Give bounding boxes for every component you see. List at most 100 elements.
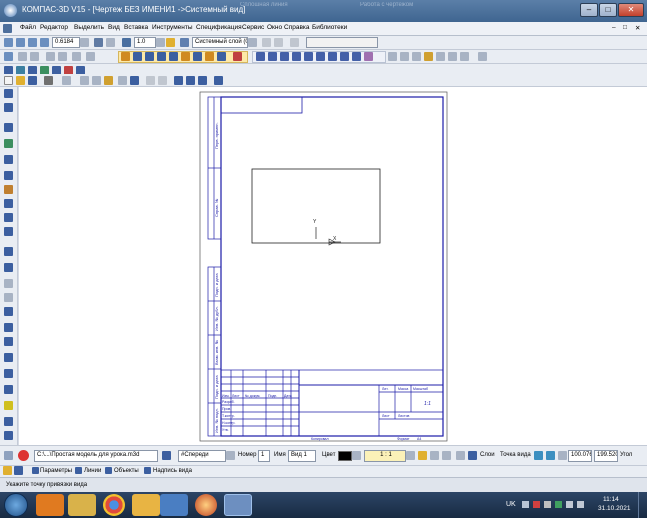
menu-item-window[interactable]: Окно xyxy=(267,24,282,31)
annotation-icon[interactable] xyxy=(400,52,409,61)
left-param-icon[interactable] xyxy=(4,185,13,194)
menu-item-insert[interactable]: Вставка xyxy=(124,24,148,31)
layers-label[interactable]: Слои xyxy=(480,452,495,458)
zoom-window-icon[interactable] xyxy=(28,38,37,47)
panel-help-icon[interactable] xyxy=(3,466,12,475)
left-report-icon[interactable] xyxy=(4,263,13,272)
undo-icon[interactable] xyxy=(146,76,155,85)
orientation-dropdown-icon[interactable] xyxy=(226,451,235,460)
zoom-in-icon[interactable] xyxy=(4,38,13,47)
paste-icon[interactable] xyxy=(104,76,113,85)
language-indicator[interactable]: UK xyxy=(506,501,516,508)
zoom-all-icon[interactable] xyxy=(40,38,49,47)
polygon-icon[interactable] xyxy=(352,52,361,61)
spline-icon[interactable] xyxy=(340,52,349,61)
spec-icon[interactable] xyxy=(460,52,469,61)
polyline-icon[interactable] xyxy=(280,52,289,61)
edit-geometry-icon[interactable] xyxy=(412,52,421,61)
left-point-icon[interactable] xyxy=(4,103,13,112)
left-symbol-icon[interactable] xyxy=(4,155,13,164)
libraries-icon[interactable] xyxy=(130,76,139,85)
taskbar-media-icon[interactable] xyxy=(36,494,64,516)
cut-icon[interactable] xyxy=(80,76,89,85)
tray-icon-5[interactable] xyxy=(566,501,573,508)
snap-angle-icon[interactable] xyxy=(217,52,226,61)
refresh-icon[interactable] xyxy=(106,38,115,47)
select-icon[interactable] xyxy=(4,52,13,61)
number-field[interactable]: 1 xyxy=(258,450,270,462)
tray-icon-3[interactable] xyxy=(544,501,551,508)
snap-end-icon[interactable] xyxy=(133,52,142,61)
arc-icon[interactable] xyxy=(304,52,313,61)
snap-point-icon[interactable] xyxy=(121,52,130,61)
left-table-icon[interactable] xyxy=(4,353,13,362)
left-select-icon[interactable] xyxy=(4,213,13,222)
left-edit-icon[interactable] xyxy=(4,171,13,180)
taskbar-folder-icon[interactable] xyxy=(132,494,160,516)
rectangle-icon[interactable] xyxy=(328,52,337,61)
panel-pin-icon[interactable] xyxy=(4,451,13,460)
snap-mid-icon[interactable] xyxy=(145,52,154,61)
snap-extra-icon[interactable] xyxy=(233,52,242,61)
ellipse-icon[interactable] xyxy=(316,52,325,61)
step-icon[interactable] xyxy=(122,38,131,47)
line-icon[interactable] xyxy=(268,52,277,61)
view-settings-icon[interactable] xyxy=(418,451,427,460)
fx-icon[interactable] xyxy=(198,76,207,85)
left-spec-icon[interactable] xyxy=(4,247,13,256)
point-coord-icon[interactable] xyxy=(558,451,567,460)
left-insert-icon[interactable] xyxy=(4,293,13,302)
color-swatch[interactable] xyxy=(338,451,352,461)
layer-visibility-icon[interactable] xyxy=(290,38,299,47)
left-dimension-icon[interactable] xyxy=(4,139,13,148)
snap-intersect-icon[interactable] xyxy=(157,52,166,61)
redo-icon[interactable] xyxy=(158,76,167,85)
close-button[interactable]: ✕ xyxy=(618,3,644,17)
clock-date[interactable]: 31.10.2021 xyxy=(598,505,631,512)
left-line-icon[interactable] xyxy=(4,123,13,132)
view-hide-icon[interactable] xyxy=(442,451,451,460)
start-button[interactable] xyxy=(4,493,28,517)
file-path-field[interactable]: C:\...\Простая модель для урока.m3d xyxy=(34,450,158,462)
tray-icon-2[interactable] xyxy=(533,501,540,508)
step-field[interactable]: 1.0 xyxy=(134,37,156,48)
print-preview-icon[interactable] xyxy=(86,52,95,61)
taskbar-explorer-icon[interactable] xyxy=(68,494,96,516)
copy-icon[interactable] xyxy=(92,76,101,85)
tab-view-label[interactable]: Надпись вида xyxy=(153,468,192,474)
left-curve-icon[interactable] xyxy=(4,323,13,332)
taskbar-kompas2-icon[interactable] xyxy=(224,494,252,516)
help-icon[interactable] xyxy=(214,76,223,85)
menu-item-help[interactable]: Справка xyxy=(284,24,310,31)
preview-icon[interactable] xyxy=(62,76,71,85)
menu-item-view[interactable]: Вид xyxy=(108,24,120,31)
left-leader-icon[interactable] xyxy=(4,369,13,378)
layer-field[interactable]: Системный слой (0) xyxy=(192,37,248,48)
maximize-button[interactable]: □ xyxy=(599,3,617,17)
layer-tool-icon[interactable] xyxy=(166,38,175,47)
name-field[interactable]: Вид 1 xyxy=(288,450,316,462)
circle-icon[interactable] xyxy=(292,52,301,61)
layer-state-icon[interactable] xyxy=(274,38,283,47)
left-flag-icon[interactable] xyxy=(4,431,13,440)
print-icon[interactable] xyxy=(44,76,53,85)
layer-settings-icon[interactable] xyxy=(262,38,271,47)
snap-center-icon[interactable] xyxy=(169,52,178,61)
color-dropdown-icon[interactable] xyxy=(352,451,361,460)
zoom-dropdown-icon[interactable] xyxy=(80,38,89,47)
manager-icon[interactable] xyxy=(186,76,195,85)
scale-field[interactable]: 1 : 1 xyxy=(364,450,406,462)
menu-item-editor[interactable]: Редактор xyxy=(40,24,68,31)
drawing-canvas[interactable]: Перв. примен. Справ. № Подп. и дата Инв.… xyxy=(19,87,647,445)
tab-parameters[interactable]: Параметры xyxy=(40,468,72,474)
point-snap-icon[interactable] xyxy=(546,451,555,460)
taskbar-kompas-icon[interactable] xyxy=(195,494,217,516)
snap-normal-icon[interactable] xyxy=(193,52,202,61)
save-icon[interactable] xyxy=(28,76,37,85)
measure-icon[interactable] xyxy=(46,52,55,61)
layers-icon[interactable] xyxy=(468,451,477,460)
point-mode-icon[interactable] xyxy=(534,451,543,460)
edit-icon[interactable] xyxy=(18,52,27,61)
left-target-icon[interactable] xyxy=(4,417,13,426)
copy-props-icon[interactable] xyxy=(30,52,39,61)
